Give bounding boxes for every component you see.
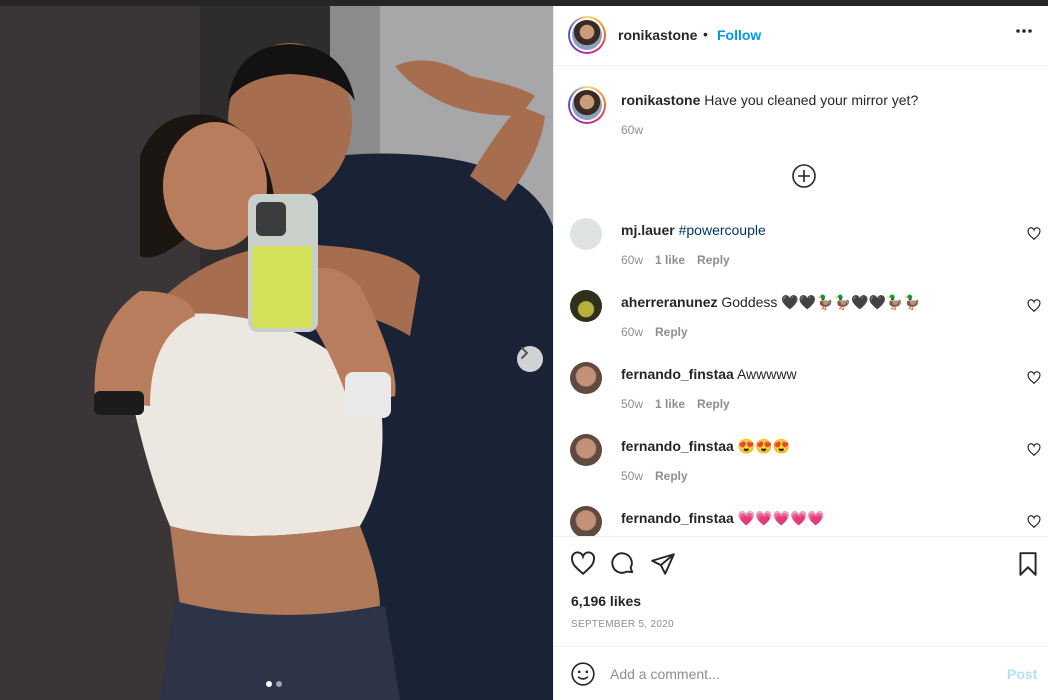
comment-hashtag[interactable]: #powercouple	[679, 222, 766, 238]
bookmark-icon[interactable]	[1015, 551, 1041, 577]
author-username[interactable]: ronikastone	[618, 27, 697, 43]
post-actions: 6,196 likes SEPTEMBER 5, 2020	[554, 536, 1048, 656]
post-header: ronikastone • Follow	[554, 6, 1048, 66]
comment-time: 50w	[621, 469, 644, 483]
post-panel: ronikastone • Follow ronikastone Have yo…	[553, 6, 1048, 700]
heart-icon[interactable]	[1027, 443, 1041, 457]
post-caption: ronikastone Have you cleaned your mirror…	[554, 66, 1048, 156]
caption-text: Have you cleaned your mirror yet?	[704, 92, 919, 108]
paper-plane-icon[interactable]	[650, 551, 676, 577]
commenter-avatar[interactable]	[570, 362, 602, 394]
carousel-dot	[266, 681, 272, 687]
caption-username[interactable]: ronikastone	[621, 92, 700, 108]
comment-item: fernando_finstaa 😍😍😍 50w Reply	[554, 434, 1048, 506]
comment-item: fernando_finstaa Awwwww 50w 1 like Reply	[554, 362, 1048, 434]
commenter-username[interactable]: fernando_finstaa	[621, 438, 734, 454]
commenter-username[interactable]: fernando_finstaa	[621, 366, 734, 382]
comment-likes[interactable]: 1 like	[655, 253, 685, 267]
comment-text: Goddess 🖤🖤🦆🦆🖤🖤🦆🦆	[721, 294, 921, 310]
comment-time: 60w	[621, 325, 644, 339]
heart-icon[interactable]	[570, 551, 596, 577]
caption-avatar[interactable]	[568, 86, 606, 124]
author-avatar[interactable]	[568, 16, 606, 54]
comment-time: 60w	[621, 253, 644, 267]
heart-icon[interactable]	[1027, 299, 1041, 313]
heart-icon[interactable]	[1027, 227, 1041, 241]
comment-item: mj.lauer #powercouple 60w 1 like Reply	[554, 218, 1048, 290]
comment-likes[interactable]: 1 like	[655, 397, 685, 411]
comments-list[interactable]: mj.lauer #powercouple 60w 1 like Reply a…	[554, 206, 1048, 536]
post-photo[interactable]	[0, 6, 553, 700]
follow-button[interactable]: Follow	[717, 27, 761, 43]
comment-text: Awwwww	[736, 366, 797, 382]
comment-item: fernando_finstaa 💗💗💗💗💗	[554, 506, 1048, 536]
caption-text-line: ronikastone Have you cleaned your mirror…	[621, 92, 918, 108]
commenter-username[interactable]: mj.lauer	[621, 222, 675, 238]
carousel-dots	[266, 681, 282, 687]
reply-button[interactable]: Reply	[697, 253, 730, 267]
commenter-username[interactable]: aherreranunez	[621, 294, 717, 310]
comment-text: 😍😍😍	[737, 438, 790, 454]
commenter-avatar[interactable]	[570, 506, 602, 536]
heart-icon[interactable]	[1027, 515, 1041, 529]
plus-circle-icon	[792, 164, 816, 188]
comment-input[interactable]	[610, 663, 990, 685]
photo-illustration	[0, 6, 553, 700]
comment-text: 💗💗💗💗💗	[737, 510, 825, 526]
commenter-avatar[interactable]	[570, 290, 602, 322]
post-comment-button[interactable]: Post	[1007, 666, 1037, 682]
commenter-avatar[interactable]	[570, 218, 602, 250]
comment-item: aherreranunez Goddess 🖤🖤🦆🦆🖤🖤🦆🦆 60w Reply	[554, 290, 1048, 362]
more-options-icon[interactable]	[1014, 21, 1034, 47]
reply-button[interactable]: Reply	[655, 469, 688, 483]
comment-bubble-icon[interactable]	[610, 551, 636, 577]
commenter-username[interactable]: fernando_finstaa	[621, 510, 734, 526]
reply-button[interactable]: Reply	[697, 397, 730, 411]
likes-count[interactable]: 6,196 likes	[571, 593, 641, 609]
comment-time: 50w	[621, 397, 644, 411]
heart-icon[interactable]	[1027, 371, 1041, 385]
load-more-comments-button[interactable]	[791, 163, 817, 189]
header-separator: •	[703, 26, 708, 42]
next-photo-button[interactable]	[517, 346, 543, 372]
commenter-avatar[interactable]	[570, 434, 602, 466]
add-comment-bar: Post	[554, 646, 1048, 700]
smiley-icon[interactable]	[570, 661, 596, 687]
post-date: SEPTEMBER 5, 2020	[571, 619, 674, 630]
reply-button[interactable]: Reply	[655, 325, 688, 339]
caption-time: 60w	[621, 123, 644, 137]
carousel-dot	[276, 681, 282, 687]
chevron-right-icon	[521, 347, 528, 359]
